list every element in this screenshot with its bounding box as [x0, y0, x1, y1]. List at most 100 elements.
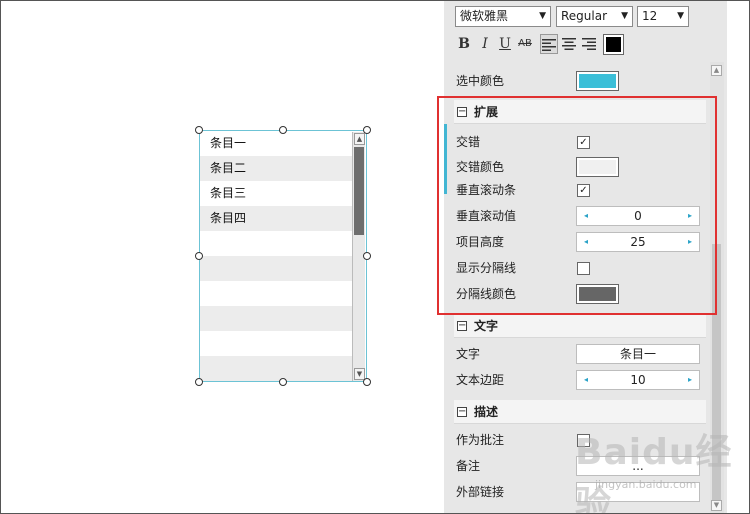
note-input[interactable]: ... — [576, 456, 700, 476]
list-item[interactable]: 条目二 — [200, 156, 352, 181]
font-toolbar: 微软雅黑 ▼ Regular ▼ 12 ▼ — [444, 6, 727, 28]
resize-handle-top-right[interactable] — [363, 126, 371, 134]
decrement-arrow-icon[interactable]: ◂ — [584, 371, 588, 389]
selected-color-swatch — [579, 74, 616, 88]
font-family-value: 微软雅黑 — [460, 9, 509, 23]
accent-indicator — [444, 124, 447, 194]
increment-arrow-icon[interactable]: ▸ — [688, 233, 692, 251]
collapse-icon[interactable]: − — [457, 107, 467, 117]
prop-selected-color: 选中颜色 — [444, 68, 710, 94]
text-input[interactable]: 条目一 — [576, 344, 700, 364]
resize-handle-bottom-right[interactable] — [363, 378, 371, 386]
resize-handle-bottom[interactable] — [279, 378, 287, 386]
alternate-color-picker[interactable] — [576, 157, 619, 177]
vscroll-label: 垂直滚动条 — [456, 183, 517, 197]
text-margin-stepper[interactable]: ◂ 10 ▸ — [576, 370, 700, 390]
increment-arrow-icon[interactable]: ▸ — [688, 371, 692, 389]
list-rows: 条目一 条目二 条目三 条目四 — [200, 131, 352, 381]
as-comment-checkbox[interactable] — [577, 434, 590, 447]
selected-color-picker[interactable] — [576, 71, 619, 91]
scroll-down-arrow-icon[interactable]: ▼ — [711, 500, 722, 511]
strikethrough-button[interactable]: AB — [516, 34, 534, 54]
alternate-checkbox[interactable]: ✓ — [577, 136, 590, 149]
text-margin-label: 文本边距 — [456, 373, 505, 387]
chevron-down-icon: ▼ — [539, 11, 546, 21]
align-left-icon — [542, 39, 556, 51]
increment-arrow-icon[interactable]: ▸ — [688, 207, 692, 225]
decrement-arrow-icon[interactable]: ◂ — [584, 233, 588, 251]
text-color-swatch — [606, 37, 621, 52]
format-toolbar: B I U AB — [444, 34, 727, 56]
resize-handle-top-left[interactable] — [195, 126, 203, 134]
scroll-up-arrow-icon[interactable]: ▲ — [354, 133, 365, 145]
divider-color-label: 分隔线颜色 — [456, 287, 517, 301]
align-right-icon — [582, 38, 596, 50]
list-row-empty — [200, 256, 352, 281]
font-style-select[interactable]: Regular ▼ — [556, 6, 633, 27]
scroll-up-arrow-icon[interactable]: ▲ — [711, 65, 722, 76]
section-extend-header[interactable]: − 扩展 — [454, 100, 706, 124]
prop-as-comment: 作为批注 — [444, 427, 710, 453]
italic-button[interactable]: I — [476, 34, 494, 54]
align-right-button[interactable] — [580, 34, 598, 54]
section-title: 文字 — [474, 319, 499, 333]
list-item[interactable]: 条目三 — [200, 181, 352, 206]
show-divider-checkbox[interactable] — [577, 262, 590, 275]
font-size-select[interactable]: 12 ▼ — [637, 6, 689, 27]
item-height-stepper[interactable]: ◂ 25 ▸ — [576, 232, 700, 252]
chevron-down-icon: ▼ — [621, 11, 628, 21]
prop-external-link: 外部链接 — [444, 479, 710, 505]
prop-vscroll-value: 垂直滚动值 ◂ 0 ▸ — [444, 203, 710, 229]
list-row-empty — [200, 306, 352, 331]
list-widget[interactable]: 条目一 条目二 条目三 条目四 ▲ ▼ — [199, 130, 367, 382]
prop-alternate: 交错 ✓ — [444, 129, 710, 155]
prop-vscroll: 垂直滚动条 ✓ — [444, 177, 710, 203]
collapse-icon[interactable]: − — [457, 321, 467, 331]
prop-note: 备注 ... — [444, 453, 710, 479]
resize-handle-top[interactable] — [279, 126, 287, 134]
item-height-value[interactable]: 25 — [597, 233, 679, 251]
external-link-input[interactable] — [576, 482, 700, 502]
align-center-button[interactable] — [560, 34, 578, 54]
panel-scrollbar[interactable]: ▲ ▼ — [710, 62, 724, 514]
list-item[interactable]: 条目一 — [200, 131, 352, 156]
vscroll-value-stepper[interactable]: ◂ 0 ▸ — [576, 206, 700, 226]
collapse-icon[interactable]: − — [457, 407, 467, 417]
list-item[interactable]: 条目四 — [200, 206, 352, 231]
font-family-select[interactable]: 微软雅黑 ▼ — [455, 6, 551, 27]
resize-handle-left[interactable] — [195, 252, 203, 260]
prop-text-margin: 文本边距 ◂ 10 ▸ — [444, 367, 710, 393]
alternate-color-swatch — [579, 160, 616, 174]
underline-button[interactable]: U — [496, 34, 514, 54]
alternate-label: 交错 — [456, 135, 481, 149]
section-title: 描述 — [474, 405, 499, 419]
external-link-label: 外部链接 — [456, 485, 505, 499]
item-height-label: 项目高度 — [456, 235, 505, 249]
section-text-header[interactable]: − 文字 — [454, 314, 706, 338]
decrement-arrow-icon[interactable]: ◂ — [584, 207, 588, 225]
design-canvas[interactable]: 条目一 条目二 条目三 条目四 ▲ ▼ — [0, 0, 429, 514]
divider-color-picker[interactable] — [576, 284, 619, 304]
font-size-value: 12 — [642, 9, 658, 23]
vscroll-value[interactable]: 0 — [597, 207, 679, 225]
list-row-empty — [200, 331, 352, 356]
list-row-empty — [200, 356, 352, 381]
list-scroll-thumb[interactable] — [354, 147, 364, 235]
panel-scroll-thumb[interactable] — [712, 244, 721, 500]
bold-button[interactable]: B — [455, 34, 473, 54]
prop-divider-color: 分隔线颜色 — [444, 281, 710, 307]
as-comment-label: 作为批注 — [456, 433, 505, 447]
section-title: 扩展 — [474, 105, 499, 119]
resize-handle-bottom-left[interactable] — [195, 378, 203, 386]
font-style-value: Regular — [561, 9, 608, 23]
vscroll-checkbox[interactable]: ✓ — [577, 184, 590, 197]
note-label: 备注 — [456, 459, 481, 473]
section-desc-header[interactable]: − 描述 — [454, 400, 706, 424]
show-divider-label: 显示分隔线 — [456, 261, 517, 275]
divider-color-swatch — [579, 287, 616, 301]
property-panel: 微软雅黑 ▼ Regular ▼ 12 ▼ B I U AB 选中颜色 − 扩展… — [444, 0, 727, 514]
resize-handle-right[interactable] — [363, 252, 371, 260]
text-margin-value[interactable]: 10 — [597, 371, 679, 389]
align-left-button[interactable] — [540, 34, 558, 54]
text-color-picker[interactable] — [603, 34, 624, 55]
